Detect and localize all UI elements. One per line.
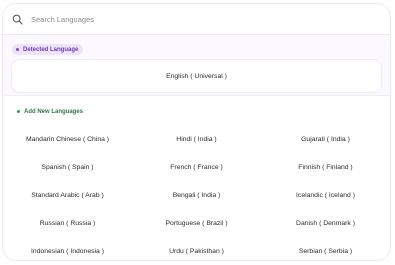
language-grid: Mandarin Chinese ( China ) Hindi ( India… (3, 126, 390, 260)
language-option[interactable]: Russian ( Russia ) (3, 220, 132, 227)
add-languages-section: Add New Languages Mandarin Chinese ( Chi… (3, 96, 390, 260)
language-picker-panel: Detected Language English ( Universal ) … (2, 3, 391, 261)
language-option[interactable]: Serbian ( Serbia ) (261, 248, 390, 255)
language-option[interactable]: Spanish ( Spain ) (3, 164, 132, 171)
search-bar[interactable] (3, 4, 390, 35)
search-icon (12, 14, 23, 25)
language-option[interactable]: Hindi ( India ) (132, 136, 261, 143)
detected-language-option[interactable]: English ( Universal ) (11, 59, 382, 93)
language-option[interactable]: Standard Arabic ( Arab ) (3, 192, 132, 199)
language-option[interactable]: Mandarin Chinese ( China ) (3, 136, 132, 143)
detected-language-badge: Detected Language (12, 44, 84, 55)
language-option[interactable]: Bengali ( India ) (132, 192, 261, 199)
language-option[interactable]: Urdu ( Pakisthan ) (132, 248, 261, 255)
language-option[interactable]: Icelandic ( Iceland ) (261, 192, 390, 199)
detected-language-badge-label: Detected Language (23, 46, 79, 53)
language-option[interactable]: Danish ( Denmark ) (261, 220, 390, 227)
language-option[interactable]: French ( France ) (132, 164, 261, 171)
detected-language-label: English ( Universal ) (166, 72, 227, 80)
language-option[interactable]: Gujarati ( India ) (261, 136, 390, 143)
badge-dot-icon (16, 48, 19, 51)
detected-language-section: Detected Language English ( Universal ) (3, 35, 390, 96)
add-languages-badge: Add New Languages (13, 106, 88, 117)
language-option[interactable]: Indonesian ( Indonesia ) (3, 248, 132, 255)
language-option[interactable]: Portuguese ( Brazil ) (132, 220, 261, 227)
search-input[interactable] (31, 14, 231, 24)
badge-dot-icon (17, 110, 20, 113)
language-option[interactable]: Finnish ( Finland ) (261, 164, 390, 171)
add-languages-badge-label: Add New Languages (24, 108, 84, 115)
